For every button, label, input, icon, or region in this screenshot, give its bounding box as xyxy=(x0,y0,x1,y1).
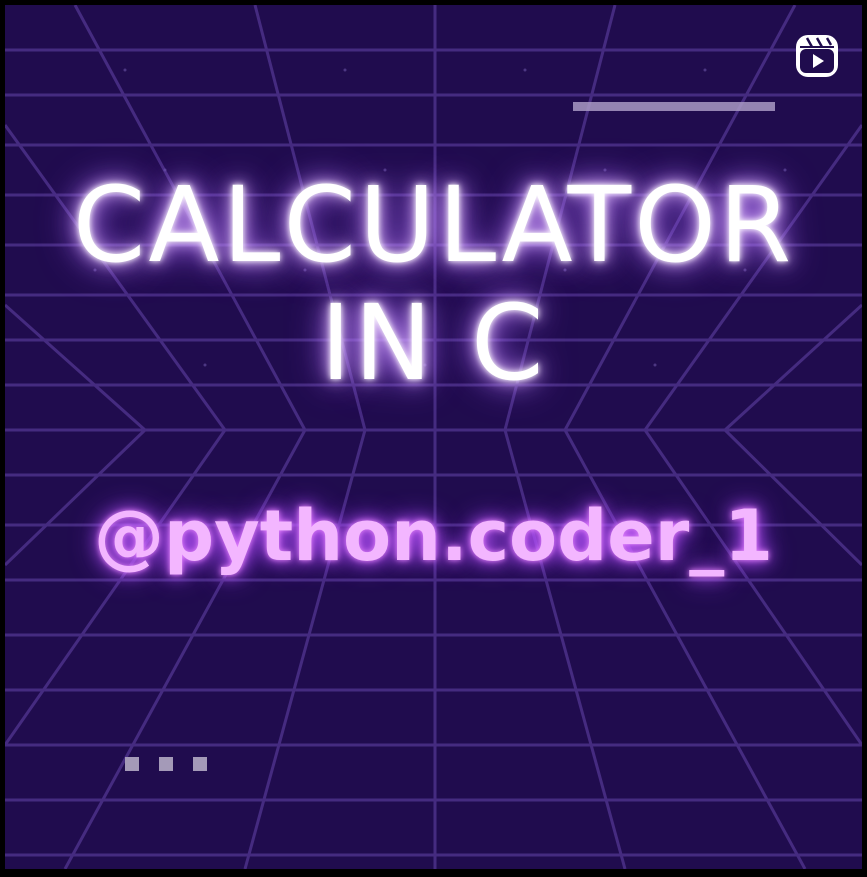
title-line-1: CALCULATOR xyxy=(72,164,795,286)
pagination-dot xyxy=(125,757,139,771)
retro-grid-background xyxy=(5,5,862,869)
pagination-dot xyxy=(193,757,207,771)
pagination-dot xyxy=(159,757,173,771)
post-title: CALCULATOR IN C xyxy=(5,173,862,395)
post-frame: CALCULATOR IN C @python.coder_1 xyxy=(0,0,867,877)
pagination-dots xyxy=(125,757,207,771)
title-line-2: IN C xyxy=(320,282,547,404)
author-handle: @python.coder_1 xyxy=(94,495,773,577)
post-image[interactable]: CALCULATOR IN C @python.coder_1 xyxy=(5,5,862,869)
reels-icon[interactable] xyxy=(793,32,841,80)
decorative-line xyxy=(573,102,775,111)
